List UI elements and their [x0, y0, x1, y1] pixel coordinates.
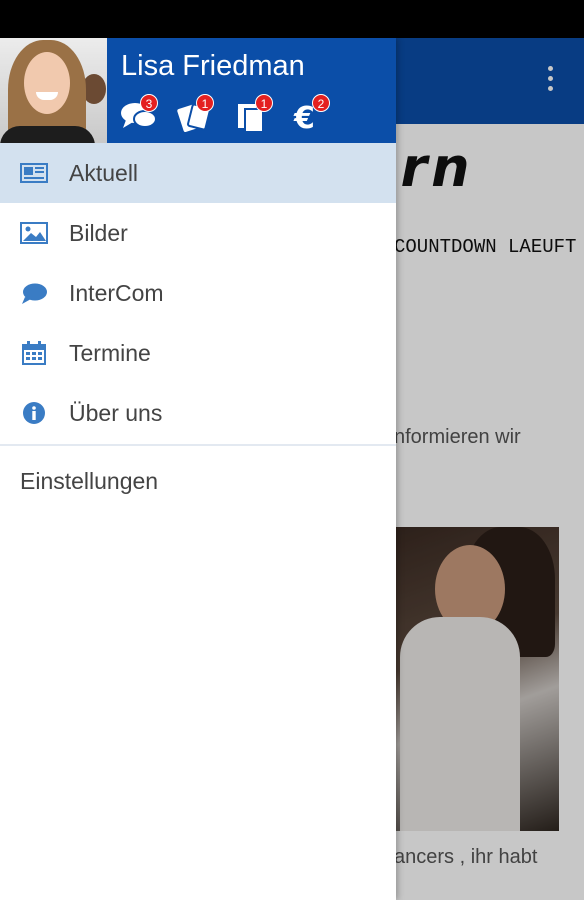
menu-item-label: InterCom: [69, 280, 164, 306]
documents-badge: 1: [255, 94, 273, 112]
messages-badge: 3: [140, 94, 158, 112]
menu-item-ueber-uns[interactable]: Über uns: [0, 383, 396, 443]
settings-label: Einstellungen: [20, 468, 159, 494]
status-bar: [0, 0, 584, 38]
news-icon: [20, 163, 48, 183]
avatar[interactable]: [0, 38, 107, 143]
drawer-menu: Aktuell Bilder InterCom Termine Über uns…: [0, 143, 396, 512]
menu-item-intercom[interactable]: InterCom: [0, 263, 396, 323]
notification-badges: 3 1 1 € 2: [120, 94, 390, 136]
menu-item-label: Termine: [69, 340, 151, 366]
menu-item-label: Aktuell: [69, 160, 139, 186]
info-icon: [23, 402, 45, 424]
menu-item-termine[interactable]: Termine: [0, 323, 396, 383]
user-name: Lisa Friedman: [121, 50, 305, 82]
payments-button[interactable]: € 2: [292, 94, 336, 136]
menu-item-einstellungen[interactable]: Einstellungen: [0, 446, 396, 512]
navigation-drawer: Lisa Friedman 3 1 1 € 2 Aktuell Bilder I…: [0, 38, 396, 900]
image-icon: [20, 222, 48, 244]
tickets-badge: 1: [196, 94, 214, 112]
menu-item-bilder[interactable]: Bilder: [0, 203, 396, 263]
menu-item-aktuell[interactable]: Aktuell: [0, 143, 396, 203]
chat-icon: [22, 283, 47, 304]
tickets-button[interactable]: 1: [176, 94, 220, 136]
messages-button[interactable]: 3: [120, 94, 164, 136]
menu-item-label: Über uns: [69, 400, 163, 426]
profile-header: Lisa Friedman 3 1 1 € 2: [0, 38, 396, 143]
payments-badge: 2: [312, 94, 330, 112]
documents-button[interactable]: 1: [235, 94, 279, 136]
calendar-icon: [22, 341, 46, 365]
menu-item-label: Bilder: [69, 220, 128, 246]
